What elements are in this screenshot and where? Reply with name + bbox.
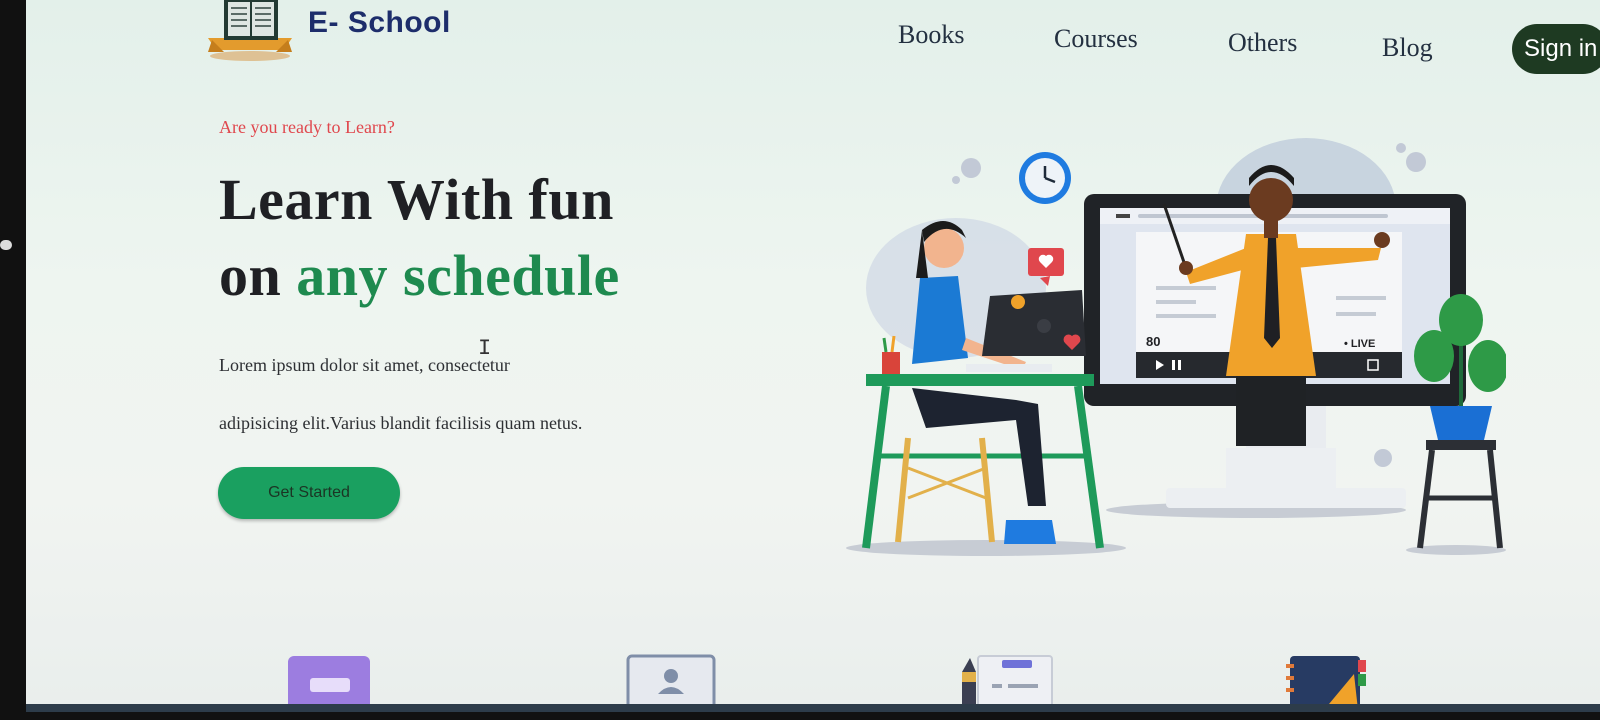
brand-name[interactable]: E- School	[308, 6, 451, 40]
live-badge: • LIVE	[1344, 338, 1375, 350]
description-line-1: Lorem ipsum dolor sit amet, consectetur	[219, 355, 510, 375]
viewer-count: 80	[1146, 334, 1160, 349]
text-cursor-icon: I	[478, 336, 492, 361]
clock-icon	[1019, 152, 1071, 204]
get-started-button[interactable]: Get Started	[218, 467, 400, 519]
profile-card-icon[interactable]	[626, 654, 716, 712]
browser-viewport: E- School Books Courses Others Blog Sign…	[26, 0, 1600, 712]
hero-description: Lorem ipsum dolor sit amet, consectetur …	[219, 336, 689, 452]
hero-headline: Learn With fun on any schedule	[219, 162, 620, 314]
plant-stool	[1414, 294, 1506, 549]
signin-button[interactable]: Sign in	[1512, 24, 1600, 74]
description-line-2: adipisicing elit.Varius blandit facilisi…	[219, 413, 583, 433]
headline-accent: any schedule	[296, 243, 620, 308]
nav-courses[interactable]: Courses	[1054, 24, 1138, 54]
pen-notebook-icon[interactable]	[956, 654, 1056, 712]
headline-line-2: on any schedule	[219, 238, 620, 314]
nav-others[interactable]: Others	[1228, 28, 1297, 58]
headline-prefix: on	[219, 243, 297, 308]
nav-books[interactable]: Books	[898, 20, 964, 50]
hero-eyebrow: Are you ready to Learn?	[219, 117, 395, 137]
bezel-indicator	[0, 240, 12, 250]
nav-blog[interactable]: Blog	[1382, 33, 1433, 63]
geometry-notebook-icon[interactable]	[1284, 654, 1368, 712]
book-category-icon[interactable]	[286, 654, 372, 712]
headline-line-1: Learn With fun	[219, 167, 614, 232]
hero-illustration: 80 • LIVE	[846, 138, 1506, 556]
book-logo-icon[interactable]	[204, 0, 296, 62]
